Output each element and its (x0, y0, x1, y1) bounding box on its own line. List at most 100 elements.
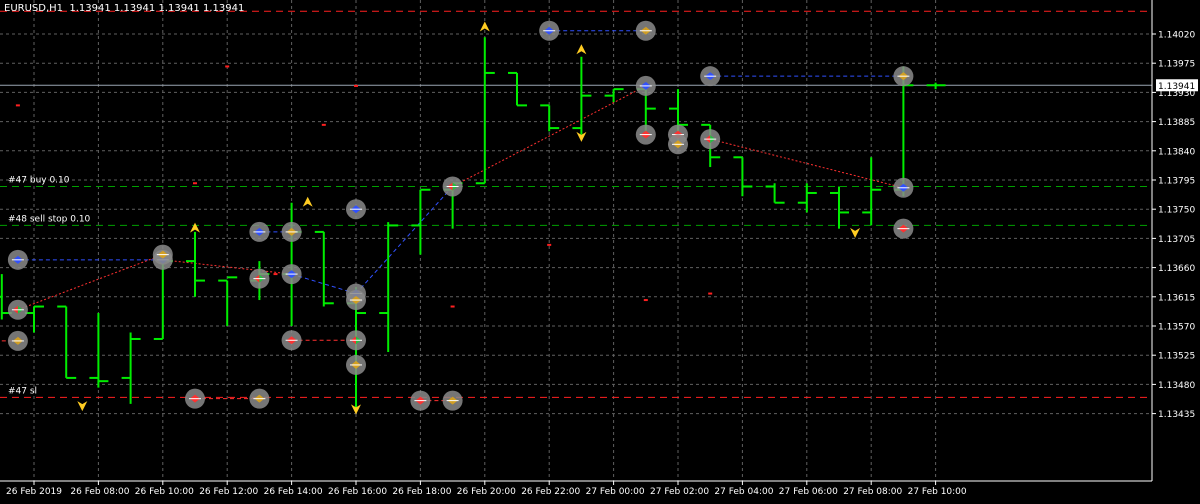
trade-arrow-mixed (249, 268, 270, 289)
trade-arrow-close (635, 20, 656, 41)
price-chart[interactable]: #47 buy 0.10 #48 sell stop 0.10 #47 sl 1.1… (0, 0, 1200, 500)
trade-arrow-sell (893, 218, 914, 239)
y-tick-label: 1.13975 (1158, 60, 1195, 70)
ohlc-bar (89, 313, 109, 388)
trade-arrow-buy (893, 177, 914, 198)
dot-mark (321, 123, 326, 126)
y-tick-label: 1.13840 (1158, 147, 1195, 157)
trade-arrow-close (346, 354, 366, 375)
y-tick-label: 1.13615 (1158, 293, 1195, 303)
ohlc-bar (926, 82, 946, 90)
y-tick-label: 1.13750 (1158, 206, 1195, 216)
ohlc-bar (830, 186, 849, 229)
y-tick-label: 1.13570 (1158, 323, 1195, 333)
trade-arrow-close (249, 388, 270, 409)
dot-mark (547, 243, 552, 246)
ohlc-bar (572, 56, 592, 135)
ohlc-bar (411, 188, 431, 255)
trade-arrow-close (893, 66, 914, 87)
trade-arrows (7, 20, 914, 411)
ohlc-bar (379, 222, 399, 352)
x-tick-label: 27 Feb 02:00 (650, 487, 709, 497)
ohlc-bar (733, 156, 753, 197)
trade-arrow-mixed (442, 176, 463, 197)
x-tick-label: 27 Feb 06:00 (779, 487, 838, 497)
x-tick-label: 26 Feb 14:00 (264, 487, 323, 497)
trade-arrow-sell (281, 330, 302, 351)
y-tick-label: 1.13480 (1158, 381, 1195, 391)
trade-arrow-mixed (7, 299, 28, 320)
level-label-buy: #47 buy 0.10 (8, 175, 70, 185)
symbol-label: EURUSD,H1 (4, 3, 64, 14)
trade-arrow-buy (249, 221, 270, 242)
trade-line (17, 254, 163, 311)
x-tick-label: 26 Feb 20:00 (457, 487, 516, 497)
fractal-arrow-down (850, 227, 861, 238)
ohlc-bar (314, 230, 334, 307)
trade-arrow-mixed (700, 129, 721, 150)
fractal-arrow-up (190, 222, 200, 233)
x-tick-label: 27 Feb 10:00 (908, 487, 967, 497)
x-tick-label: 26 Feb 10:00 (135, 487, 194, 497)
x-tick-label: 26 Feb 08:00 (70, 487, 129, 497)
ohlc-bar (218, 276, 238, 326)
y-tick-label: 1.13885 (1158, 118, 1195, 128)
grid-layer (0, 0, 1152, 481)
ohlc-bar (797, 183, 817, 213)
x-tick-label: 27 Feb 00:00 (586, 487, 645, 497)
dot-mark (643, 299, 648, 302)
y-tick-label: 1.13705 (1158, 235, 1195, 245)
x-tick-label: 26 Feb 2019 (6, 487, 62, 497)
level-lines: #47 buy 0.10 #48 sell stop 0.10 #47 sl (0, 10, 1152, 398)
trade-arrow-buy (346, 199, 366, 220)
x-tick-label: 27 Feb 04:00 (714, 487, 773, 497)
trade-arrow-close (346, 290, 366, 311)
trade-arrow-close (7, 330, 28, 351)
ohlc-bar (540, 104, 560, 132)
trade-arrow-sell (635, 124, 656, 145)
price-bars (0, 37, 946, 411)
trade-line (452, 85, 647, 187)
trade-arrow-close (668, 134, 688, 155)
chart-window[interactable]: #47 buy 0.10 #48 sell stop 0.10 #47 sl 1.1… (0, 0, 1200, 500)
trade-arrow-buy (281, 264, 302, 285)
current-price-label: 1.13941 (1158, 82, 1195, 92)
x-tick-label: 26 Feb 22:00 (521, 487, 580, 497)
dot-mark (450, 305, 455, 308)
axes: 1.140201.139751.139301.138851.138401.137… (0, 0, 1198, 497)
x-tick-label: 26 Feb 12:00 (199, 487, 258, 497)
trade-arrow-buy (7, 249, 28, 270)
dot-mark (225, 65, 230, 68)
x-tick-label: 27 Feb 08:00 (843, 487, 902, 497)
dot-mark (193, 182, 197, 185)
y-tick-label: 1.13525 (1158, 352, 1195, 362)
trade-arrow-close (152, 244, 173, 265)
trade-arrow-buy (635, 75, 656, 96)
dot-mark (708, 292, 713, 295)
dot-mark (273, 273, 278, 276)
dot-mark (15, 104, 20, 107)
ohlc-bar (186, 231, 205, 297)
ohlc-bar (862, 157, 882, 226)
ohlc-values: 1.13941 1.13941 1.13941 1.13941 (69, 3, 245, 14)
ohlc-bar (475, 37, 495, 185)
x-tick-label: 26 Feb 16:00 (328, 487, 387, 497)
trade-arrow-close (281, 221, 302, 242)
y-tick-label: 1.13795 (1158, 177, 1195, 187)
fractal-arrow-down (77, 401, 88, 412)
trade-arrow-mixed (346, 330, 366, 351)
chart-header: EURUSD,H1 1.13941 1.13941 1.13941 1.1394… (4, 3, 244, 14)
y-tick-label: 1.13435 (1158, 410, 1195, 420)
trade-arrow-close (442, 390, 463, 411)
dot-mark (354, 84, 358, 87)
level-label-sl: #47 sl (8, 386, 37, 396)
trade-arrow-buy (539, 20, 560, 41)
fractal-arrow-up (576, 44, 587, 55)
trade-arrow-sell (410, 390, 431, 411)
ohlc-bar (604, 88, 624, 103)
ohlc-bar (57, 305, 77, 379)
y-tick-label: 1.13660 (1158, 264, 1195, 274)
trade-arrow-sell (185, 388, 205, 409)
level-label-sell_stop: #48 sell stop 0.10 (8, 214, 91, 224)
x-tick-label: 26 Feb 18:00 (392, 487, 451, 497)
